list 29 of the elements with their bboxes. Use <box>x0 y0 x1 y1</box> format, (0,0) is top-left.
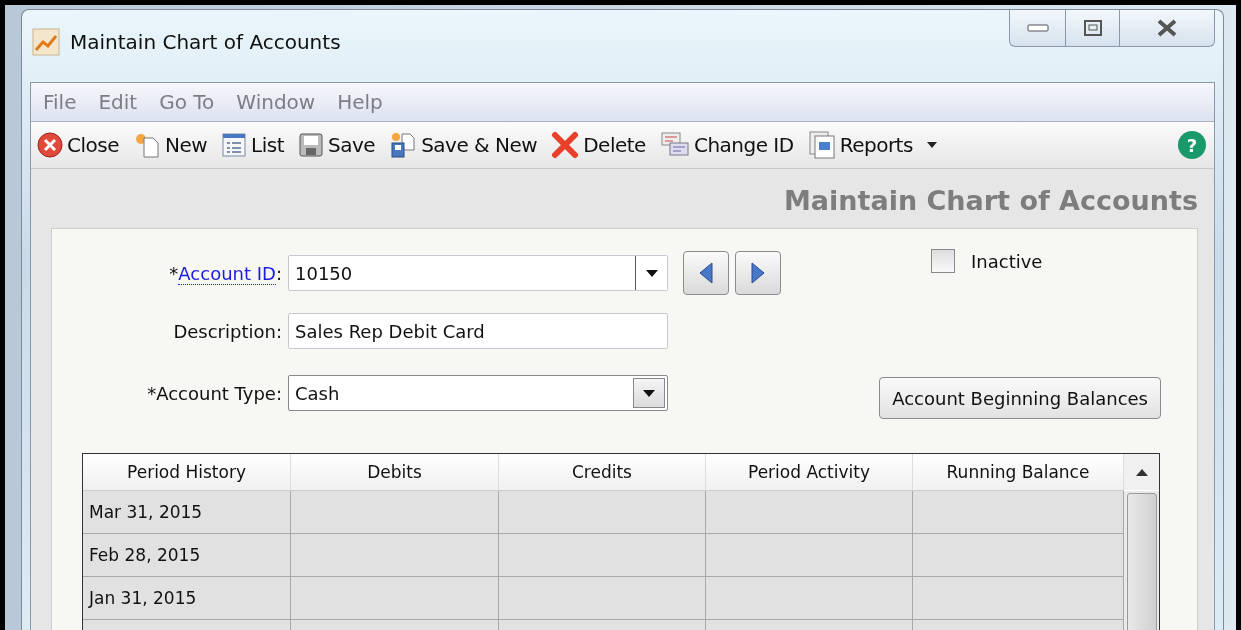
toolbar-button[interactable]: Save <box>296 132 378 158</box>
table-cell: Feb 28, 2015 <box>83 534 291 577</box>
toolbar-button[interactable]: Save & New <box>387 131 540 159</box>
menu-item[interactable]: Go To <box>151 90 223 114</box>
account-beginning-balances-button[interactable]: Account Beginning Balances <box>879 377 1161 419</box>
inactive-label: Inactive <box>971 250 1044 272</box>
toolbar-button[interactable]: Change ID <box>657 131 796 159</box>
account-id-link[interactable]: Account ID <box>178 262 276 285</box>
table-cell: Jan 31, 2015 <box>83 577 291 620</box>
column-header[interactable]: Period Activity <box>706 454 913 491</box>
toolbar-button[interactable]: List <box>219 132 287 158</box>
toolbar-button[interactable]: Close <box>35 132 121 158</box>
column-header[interactable]: Credits <box>499 454 706 491</box>
table-cell: Mar 31, 2015 <box>83 491 291 534</box>
account-id-label: *Account ID: <box>168 262 283 284</box>
toolbar-button[interactable]: Delete <box>549 131 648 159</box>
account-type-field[interactable]: Cash <box>288 375 668 411</box>
account-id-field[interactable]: 10150 <box>288 255 668 291</box>
description-field[interactable]: Sales Rep Debit Card <box>288 313 668 349</box>
account-type-label: *Account Type: <box>146 382 283 404</box>
window-title: Maintain Chart of Accounts <box>70 30 342 54</box>
column-header[interactable]: Period History <box>83 454 291 491</box>
column-header[interactable]: Debits <box>291 454 499 491</box>
description-label: Description: <box>172 320 283 342</box>
toolbar-button[interactable]: Reports <box>805 130 941 160</box>
column-header[interactable]: Running Balance <box>913 454 1124 491</box>
help-button[interactable]: ? <box>1178 131 1206 159</box>
page-heading: Maintain Chart of Accounts <box>782 184 1198 218</box>
toolbar-button[interactable]: New <box>131 132 210 158</box>
